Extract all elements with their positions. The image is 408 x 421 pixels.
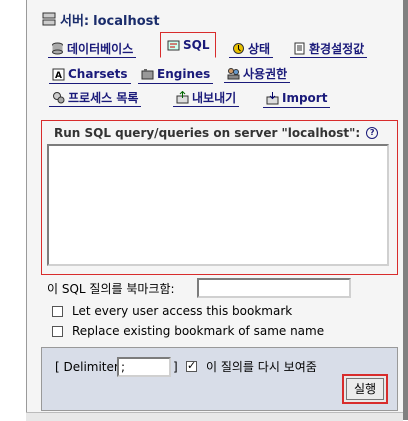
delimiter-label: [ Delimiter <box>55 360 119 374</box>
tab-privileges[interactable]: 사용권한 <box>224 64 291 83</box>
bookmark-label: 이 SQL 질의를 북마크함: <box>47 282 175 296</box>
variables-icon <box>292 41 306 55</box>
help-icon[interactable]: ? <box>366 127 379 139</box>
bookmark-public-label: Let every user access this bookmark <box>72 304 293 318</box>
processes-icon <box>51 90 65 104</box>
server-name: localhost <box>93 13 160 29</box>
export-icon <box>175 90 189 104</box>
sql-query-textarea[interactable] <box>47 144 389 266</box>
tab-charsets[interactable]: A Charsets <box>49 65 131 84</box>
bookmark-replace-label: Replace existing bookmark of same name <box>72 324 325 338</box>
privileges-icon <box>226 66 240 80</box>
database-icon <box>50 41 64 55</box>
import-icon <box>265 91 279 105</box>
tab-variables[interactable]: 환경설정값 <box>290 39 368 58</box>
go-button-focus-ring: 실행 <box>342 374 388 404</box>
bookmark-replace-checkbox[interactable] <box>52 325 63 337</box>
tab-status[interactable]: 상태 <box>229 39 274 58</box>
status-icon <box>231 41 245 55</box>
charsets-icon: A <box>51 67 65 81</box>
show-again-checkbox[interactable] <box>186 359 197 372</box>
bookmark-input[interactable] <box>197 278 351 298</box>
go-button[interactable]: 실행 <box>346 378 384 400</box>
sql-icon <box>166 38 180 52</box>
engines-icon <box>140 67 154 81</box>
delimiter-input[interactable]: ; <box>117 357 171 377</box>
bookmark-public-checkbox[interactable] <box>52 305 63 317</box>
show-again-row[interactable]: 이 질의를 다시 보여줌 <box>186 358 317 375</box>
bookmark-public-row[interactable]: Let every user access this bookmark <box>52 304 292 318</box>
tab-import[interactable]: Import <box>263 89 331 108</box>
query-legend: Run SQL query/queries on server "localho… <box>54 126 379 140</box>
server-title: 서버: localhost <box>42 10 164 29</box>
show-again-label: 이 질의를 다시 보여줌 <box>206 360 317 374</box>
server-icon <box>42 12 56 26</box>
server-label: 서버: <box>60 13 90 29</box>
bookmark-replace-row[interactable]: Replace existing bookmark of same name <box>52 324 324 338</box>
tab-engines[interactable]: Engines <box>138 65 214 84</box>
tab-sql[interactable]: SQL <box>160 32 216 58</box>
tab-processes[interactable]: 프로세스 목록 <box>49 88 142 107</box>
delimiter-close-bracket: ] <box>173 360 178 374</box>
tab-export[interactable]: 내보내기 <box>173 88 240 107</box>
svg-text:A: A <box>55 71 62 81</box>
right-border <box>403 0 408 420</box>
tab-databases[interactable]: 데이터베이스 <box>48 39 137 58</box>
